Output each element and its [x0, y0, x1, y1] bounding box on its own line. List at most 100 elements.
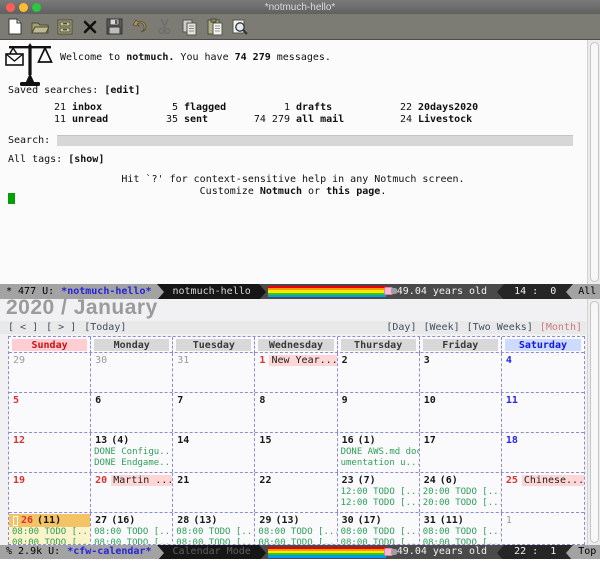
calendar-day-cell[interactable]: 11	[502, 393, 584, 432]
calendar-day-cell[interactable]: 6	[91, 393, 173, 432]
calendar-view-button[interactable]: [Month]	[540, 322, 582, 333]
calendar-day-cell[interactable]: 10	[420, 393, 502, 432]
saved-search-item[interactable]: 35sent	[126, 114, 238, 126]
calendar-event[interactable]: 08:00 TODO [...	[9, 527, 90, 538]
calendar-event[interactable]: 08:00 TODO [...	[338, 538, 419, 545]
calendar-day-cell[interactable]: 31	[173, 353, 255, 392]
calendar-nav-button[interactable]: [ > ]	[46, 322, 76, 333]
calendar-day-cell[interactable]: 26(11)08:00 TODO [...08:00 TODO [...	[9, 513, 91, 545]
saved-search-name[interactable]: unread	[72, 114, 108, 125]
calendar-day-cell[interactable]: 28(13)08:00 TODO [...08:00 TODO [...	[173, 513, 255, 545]
saved-search-name[interactable]: all mail	[296, 114, 344, 125]
calendar-day-cell[interactable]: 24(6)20:00 TODO [...20:00 TODO [...	[420, 473, 502, 512]
cut-icon[interactable]	[154, 16, 175, 37]
major-mode-name[interactable]: notmuch-hello	[172, 287, 250, 297]
calendar-event[interactable]: umentation u...	[338, 458, 419, 469]
calendar-event[interactable]: 20:00 TODO [...	[420, 487, 501, 498]
calendar-view-button[interactable]: [Week]	[423, 322, 459, 333]
new-file-icon[interactable]	[4, 16, 25, 37]
calendar-event[interactable]: DONE Configu...	[91, 447, 172, 458]
edit-button[interactable]: [edit]	[104, 85, 140, 96]
search-input[interactable]	[57, 135, 573, 146]
save-icon[interactable]	[104, 16, 125, 37]
calendar-day-cell[interactable]: 3	[420, 353, 502, 392]
calendar-day-cell[interactable]: 13(4)DONE Configu...DONE Endgame...	[91, 433, 173, 472]
calendar-day-cell[interactable]: 27(16)08:00 TODO [...08:00 TODO [...	[91, 513, 173, 545]
calendar-day-cell[interactable]: 30(17)08:00 TODO [...08:00 TODO [...	[338, 513, 420, 545]
calendar-scrollbar[interactable]	[587, 299, 600, 545]
saved-search-name[interactable]: drafts	[296, 102, 332, 113]
zoom-window-button[interactable]	[32, 3, 41, 12]
saved-search-item[interactable]: 5flagged	[126, 102, 238, 114]
calendar-event[interactable]: 08:00 TODO [...	[420, 527, 501, 538]
open-file-icon[interactable]	[29, 16, 50, 37]
calendar-day-cell[interactable]: 14	[173, 433, 255, 472]
calendar-day-cell[interactable]: 30	[91, 353, 173, 392]
calendar-day-cell[interactable]: 22	[255, 473, 337, 512]
calendar-day-cell[interactable]: 15	[255, 433, 337, 472]
calendar-day-cell[interactable]: 5	[9, 393, 91, 432]
copy-icon[interactable]	[179, 16, 200, 37]
calendar-event[interactable]: 08:00 TODO [...	[338, 527, 419, 538]
calendar-event[interactable]: DONE Endgame...	[91, 458, 172, 469]
saved-search-item[interactable]: 11unread	[14, 114, 126, 126]
calendar-day-cell[interactable]: 12	[9, 433, 91, 472]
calendar-scrollbar-thumb[interactable]	[590, 301, 599, 543]
calendar-nav-button[interactable]: [Today]	[84, 322, 126, 333]
calendar-event[interactable]: 08:00 TODO [...	[255, 527, 336, 538]
calendar-day-cell[interactable]: 8	[255, 393, 337, 432]
calendar-event[interactable]: 08:00 TODO [...	[9, 538, 90, 545]
customize-this-page-link[interactable]: this page	[326, 186, 380, 197]
calendar-day-cell[interactable]: 19	[9, 473, 91, 512]
saved-search-name[interactable]: sent	[184, 114, 208, 125]
calendar-event[interactable]: 08:00 TODO [...	[91, 527, 172, 538]
calendar-day-cell[interactable]: 23(7)12:00 TODO [...12:00 TODO [...	[338, 473, 420, 512]
undo-icon[interactable]	[129, 16, 150, 37]
search-icon[interactable]	[229, 16, 250, 37]
calendar-day-cell[interactable]: 20Martin ...	[91, 473, 173, 512]
show-button[interactable]: [show]	[68, 154, 104, 165]
buffer-name[interactable]: *cfw-calendar*	[67, 547, 151, 557]
calendar-day-cell[interactable]: 21	[173, 473, 255, 512]
paste-icon[interactable]	[204, 16, 225, 37]
calendar-day-cell[interactable]: 31(11)08:00 TODO [...08:00 TODO [...	[420, 513, 502, 545]
calendar-event[interactable]: 08:00 TODO [...	[173, 527, 254, 538]
calendar-event[interactable]: 20:00 TODO [...	[420, 498, 501, 509]
calendar-day-cell[interactable]: 1New Year...	[255, 353, 337, 392]
calendar-view-button[interactable]: [Two Weeks]	[467, 322, 533, 333]
window-titlebar[interactable]: *notmuch-hello*	[0, 0, 600, 14]
calendar-day-cell[interactable]: 4	[502, 353, 584, 392]
calendar-event[interactable]: 12:00 TODO [...	[338, 487, 419, 498]
saved-search-name[interactable]: Livestock	[418, 114, 472, 125]
saved-search-name[interactable]: inbox	[72, 102, 102, 113]
calendar-day-cell[interactable]: 7	[173, 393, 255, 432]
customize-notmuch-link[interactable]: Notmuch	[260, 186, 302, 197]
minibuffer[interactable]	[0, 559, 600, 567]
saved-search-item[interactable]: 21inbox	[14, 102, 126, 114]
calendar-day-cell[interactable]: 2	[338, 353, 420, 392]
calendar-view-button[interactable]: [Day]	[386, 322, 416, 333]
buffer-name[interactable]: *notmuch-hello*	[61, 287, 151, 297]
calendar-event[interactable]: 08:00 TODO [...	[420, 538, 501, 545]
calendar-event[interactable]: 08:00 TODO [...	[91, 538, 172, 545]
minimize-window-button[interactable]	[19, 3, 28, 12]
saved-search-item[interactable]: 1drafts	[238, 102, 360, 114]
calendar-event[interactable]: DONE AWS.md doc	[338, 447, 419, 458]
calendar-day-cell[interactable]: 29(13)08:00 TODO [...08:00 TODO [...	[255, 513, 337, 545]
calendar-day-cell[interactable]: 16(1)DONE AWS.md documentation u...	[338, 433, 420, 472]
dired-icon[interactable]	[54, 16, 75, 37]
saved-search-name[interactable]: flagged	[184, 102, 226, 113]
saved-search-name[interactable]: 20days2020	[418, 102, 478, 113]
calendar-day-cell[interactable]: 9	[338, 393, 420, 432]
notmuch-scrollbar[interactable]	[587, 40, 600, 284]
calendar-day-cell[interactable]: 1	[502, 513, 584, 545]
calendar-day-cell[interactable]: 18	[502, 433, 584, 472]
close-buffer-icon[interactable]	[79, 16, 100, 37]
close-window-button[interactable]	[6, 3, 15, 12]
saved-search-item[interactable]: 74 279all mail	[238, 114, 360, 126]
saved-search-item[interactable]: 24Livestock	[360, 114, 510, 126]
calendar-day-cell[interactable]: 25Chinese...	[502, 473, 584, 512]
calendar-event[interactable]: 12:00 TODO [...	[338, 498, 419, 509]
calendar-nav-button[interactable]: [ < ]	[8, 322, 38, 333]
calendar-event[interactable]: 08:00 TODO [...	[173, 538, 254, 545]
